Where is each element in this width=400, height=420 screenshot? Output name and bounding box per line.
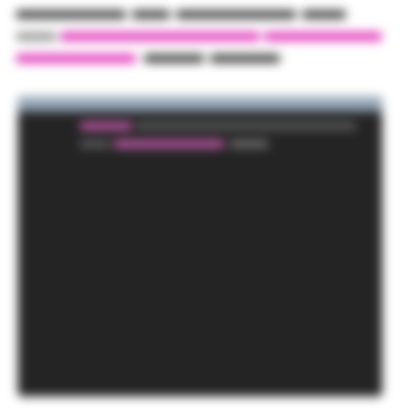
terminal-titlebar[interactable] (18, 96, 382, 112)
terminal-line-2-highlight (114, 140, 224, 148)
instruction-line-3 (12, 50, 388, 66)
instruction-line-2 (12, 28, 388, 44)
instruction-line-1 (12, 6, 388, 22)
blurred-screenshot (0, 0, 400, 420)
terminal-line-2-rest (230, 140, 268, 148)
terminal-window[interactable] (18, 96, 382, 396)
page (0, 0, 400, 420)
terminal-line-1-rest (136, 122, 356, 130)
terminal-line-1 (80, 122, 132, 130)
terminal-output[interactable] (18, 112, 382, 396)
terminal-line-2 (80, 140, 110, 148)
instructions (12, 6, 388, 72)
